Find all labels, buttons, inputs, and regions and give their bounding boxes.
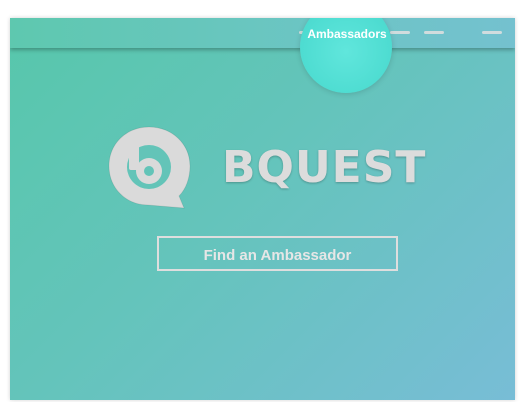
bquest-logo-icon xyxy=(108,126,191,209)
find-ambassador-button[interactable]: Find an Ambassador xyxy=(157,236,398,271)
top-navbar xyxy=(10,18,515,48)
brand-name: BQUEST xyxy=(222,142,427,193)
nav-link-ambassadors[interactable]: Ambassadors xyxy=(297,27,397,41)
app-window: Ambassadors BQUEST Find an Ambassador xyxy=(10,18,515,400)
nav-link-placeholder-3[interactable] xyxy=(424,31,444,34)
nav-link-placeholder-4[interactable] xyxy=(482,31,502,34)
